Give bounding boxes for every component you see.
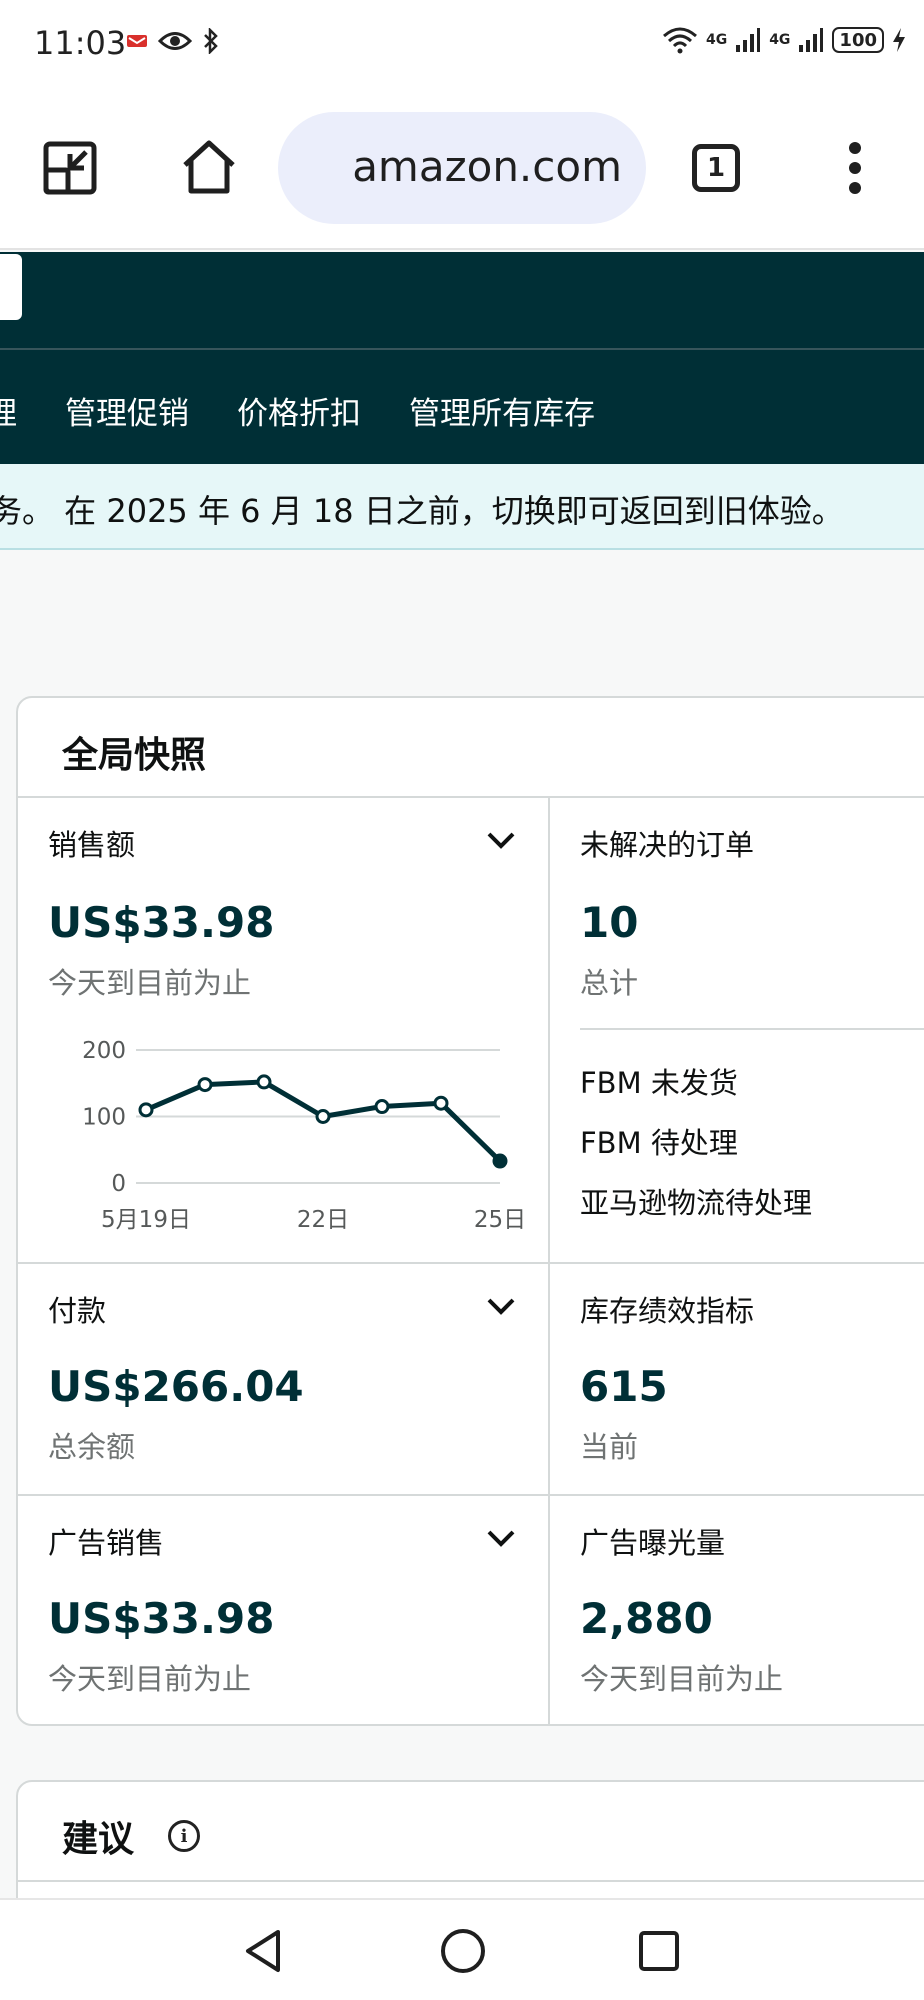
divider: [18, 1880, 924, 1882]
mail-app-icon: [127, 35, 147, 47]
wifi-icon: [662, 27, 697, 54]
address-bar[interactable]: amazon.com: [278, 112, 646, 224]
nav-item-partial[interactable]: 理: [0, 388, 17, 433]
tab-switcher-button[interactable]: 1: [688, 140, 744, 196]
ad-sales-value: US$33.98: [48, 1594, 275, 1643]
home-circle-icon[interactable]: [440, 1928, 486, 1974]
tab-count: 1: [692, 144, 740, 192]
payments-label: 付款: [48, 1294, 107, 1328]
signal-label-1: 4G: [705, 32, 728, 48]
x-tick-label: 25日: [474, 1207, 526, 1233]
ad-impressions-value: 2,880: [580, 1594, 713, 1643]
nav-item-price-discounts[interactable]: 价格折扣: [237, 388, 361, 433]
data-point: [315, 1109, 331, 1124]
signal-bars-icon: [736, 28, 761, 52]
payments-sub: 总余额: [48, 1430, 136, 1464]
ad-sales-label: 广告销售: [48, 1526, 165, 1560]
ad-impressions-label: 广告曝光量: [580, 1526, 726, 1560]
x-tick-label: 22日: [297, 1207, 349, 1233]
divider: [18, 796, 924, 798]
data-point: [374, 1099, 390, 1115]
inventory-sub: 当前: [580, 1430, 639, 1464]
recents-icon[interactable]: [638, 1930, 680, 1972]
battery-level: 100: [839, 29, 877, 51]
suggestions-title: 建议: [62, 1819, 135, 1860]
divider: [18, 1494, 924, 1496]
inventory-label: 库存绩效指标: [580, 1294, 755, 1328]
status-left-icons: [126, 28, 220, 54]
divider: [548, 796, 550, 1724]
nav-items: 理 管理促销 价格折扣 管理所有库存: [0, 388, 595, 433]
orders-fba-pending[interactable]: 亚马逊物流待处理: [580, 1180, 812, 1222]
x-tick-label: 5月19日: [101, 1207, 191, 1233]
system-nav-bar: [0, 1898, 924, 2000]
sales-label: 销售额: [48, 828, 136, 862]
snapshot-title: 全局快照: [62, 735, 207, 776]
signal-bars-icon: [799, 28, 824, 52]
sales-sub: 今天到目前为止: [48, 966, 252, 1000]
notice-banner: 务。 在 2025 年 6 月 18 日之前，切换即可返回到旧体验。: [0, 464, 924, 550]
ad-impressions-sub: 今天到目前为止: [580, 1662, 784, 1696]
charging-icon: [893, 28, 905, 52]
orders-value: 10: [580, 898, 639, 947]
data-point: [492, 1153, 508, 1169]
orders-sub: 总计: [580, 966, 639, 1000]
orders-fbm-unshipped[interactable]: FBM 未发货: [580, 1060, 738, 1102]
bluetooth-icon: [204, 28, 218, 54]
orders-label: 未解决的订单: [580, 828, 755, 862]
eye-icon: [158, 32, 192, 50]
sales-chart: 200 100 0 5月19日 22日 25日: [58, 1028, 538, 1248]
nav-item-manage-inventory[interactable]: 管理所有库存: [409, 388, 595, 433]
data-point: [256, 1074, 272, 1090]
seller-header: [0, 252, 924, 350]
url-text: amazon.com: [352, 142, 622, 191]
browser-toolbar: amazon.com 1: [0, 90, 924, 250]
y-tick-label: 100: [82, 1105, 126, 1131]
status-time: 11:03: [34, 24, 127, 62]
signal-label-2: 4G: [769, 32, 791, 48]
open-in-app-icon[interactable]: [40, 138, 100, 198]
y-tick-label: 200: [82, 1038, 126, 1064]
y-tick-label: 0: [111, 1171, 126, 1197]
global-snapshot-card: 全局快照 销售额 US$33.98 今天到目前为止 200 100 0 5月19日 22…: [16, 696, 924, 1726]
info-icon[interactable]: i: [168, 1820, 200, 1852]
chevron-down-icon[interactable]: [486, 1528, 516, 1548]
status-bar: 11:03 4G 4G 100: [0, 0, 924, 90]
inventory-value: 615: [580, 1362, 668, 1411]
chevron-down-icon[interactable]: [486, 1296, 516, 1316]
nav-item-manage-promotions[interactable]: 管理促销: [65, 388, 189, 433]
ad-sales-sub: 今天到目前为止: [48, 1662, 252, 1696]
data-point: [433, 1095, 449, 1111]
status-right: 4G 4G 100: [662, 26, 906, 54]
divider: [18, 1262, 924, 1264]
orders-fbm-pending[interactable]: FBM 待处理: [580, 1120, 738, 1162]
data-point: [138, 1102, 154, 1118]
data-point: [197, 1077, 213, 1093]
payments-value: US$266.04: [48, 1362, 304, 1411]
sales-value: US$33.98: [48, 898, 275, 947]
battery-indicator: 100: [832, 27, 884, 53]
divider: [580, 1028, 924, 1030]
home-icon[interactable]: [178, 136, 240, 198]
sales-line-chart: 200 100 0 5月19日 22日 25日: [82, 1038, 526, 1233]
chevron-down-icon[interactable]: [486, 830, 516, 850]
back-icon[interactable]: [242, 1928, 284, 1974]
seller-nav: 理 管理促销 价格折扣 管理所有库存: [0, 350, 924, 464]
more-menu-icon[interactable]: [834, 140, 876, 196]
notice-text: 务。 在 2025 年 6 月 18 日之前，切换即可返回到旧体验。: [0, 492, 844, 530]
search-input[interactable]: [0, 254, 22, 320]
